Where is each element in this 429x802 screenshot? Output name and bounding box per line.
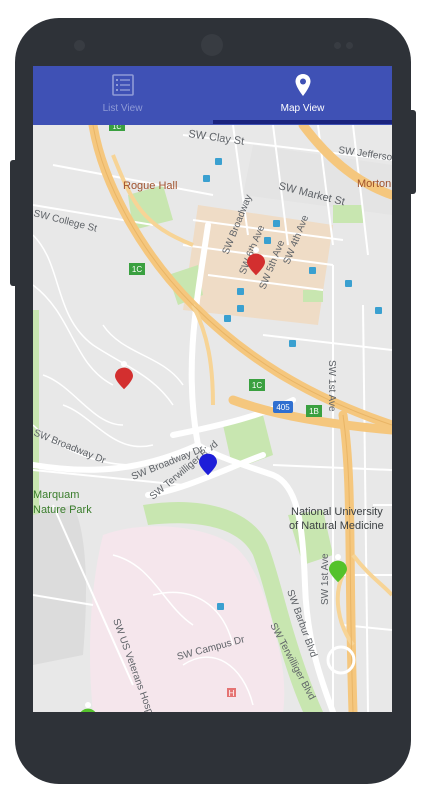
tab-selected-indicator: [213, 120, 392, 124]
label-sw-1st-ave: SW 1st Ave: [326, 360, 337, 412]
tab-list-view[interactable]: List View: [33, 66, 212, 125]
tab-bar: List View Map View: [33, 66, 392, 125]
phone-sensor: [74, 40, 85, 51]
tab-map-view-label: Map View: [280, 103, 325, 114]
svg-text:H: H: [229, 689, 235, 698]
label-national-university: National University: [291, 506, 383, 518]
map-marker-icon: [295, 74, 310, 96]
phone-speaker-dot: [346, 42, 353, 49]
svg-text:1B: 1B: [309, 407, 319, 416]
phone-speaker-dot: [334, 42, 341, 49]
label-marquam: Marquam: [33, 489, 79, 501]
label-of-natural-medicine: of Natural Medicine: [289, 520, 384, 532]
route-shield-1c-top: 1C: [109, 125, 125, 131]
map-canvas[interactable]: 405 1C 1C 1B 1C SW Clay St SW Jefferson …: [33, 125, 392, 712]
hospital-icon: H: [227, 688, 236, 698]
svg-text:1C: 1C: [252, 381, 262, 390]
tab-list-view-label: List View: [102, 103, 143, 114]
lower-left-park: [33, 505, 86, 665]
tab-map-view[interactable]: Map View: [213, 66, 392, 125]
phone-camera: [201, 34, 223, 56]
route-shield-1b: 1B: [306, 405, 322, 417]
list-icon: [111, 74, 134, 96]
label-rogue-hall: Rogue Hall: [123, 180, 177, 192]
app-screen: List View Map View 405 1C 1C 1B 1C SW Cl…: [33, 66, 392, 712]
route-shield-1c-a: 1C: [129, 263, 145, 275]
svg-text:405: 405: [276, 403, 290, 412]
label-sw-1st-ave-south: SW 1st Ave: [320, 553, 331, 605]
route-shield-405: 405: [273, 401, 293, 413]
label-nature-park: Nature Park: [33, 504, 92, 516]
route-shield-1c-b: 1C: [249, 379, 265, 391]
svg-text:1C: 1C: [132, 265, 142, 274]
svg-text:1C: 1C: [113, 125, 122, 131]
map-view[interactable]: 405 1C 1C 1B 1C SW Clay St SW Jefferson …: [33, 125, 392, 712]
label-morton: Morton: [357, 178, 391, 190]
